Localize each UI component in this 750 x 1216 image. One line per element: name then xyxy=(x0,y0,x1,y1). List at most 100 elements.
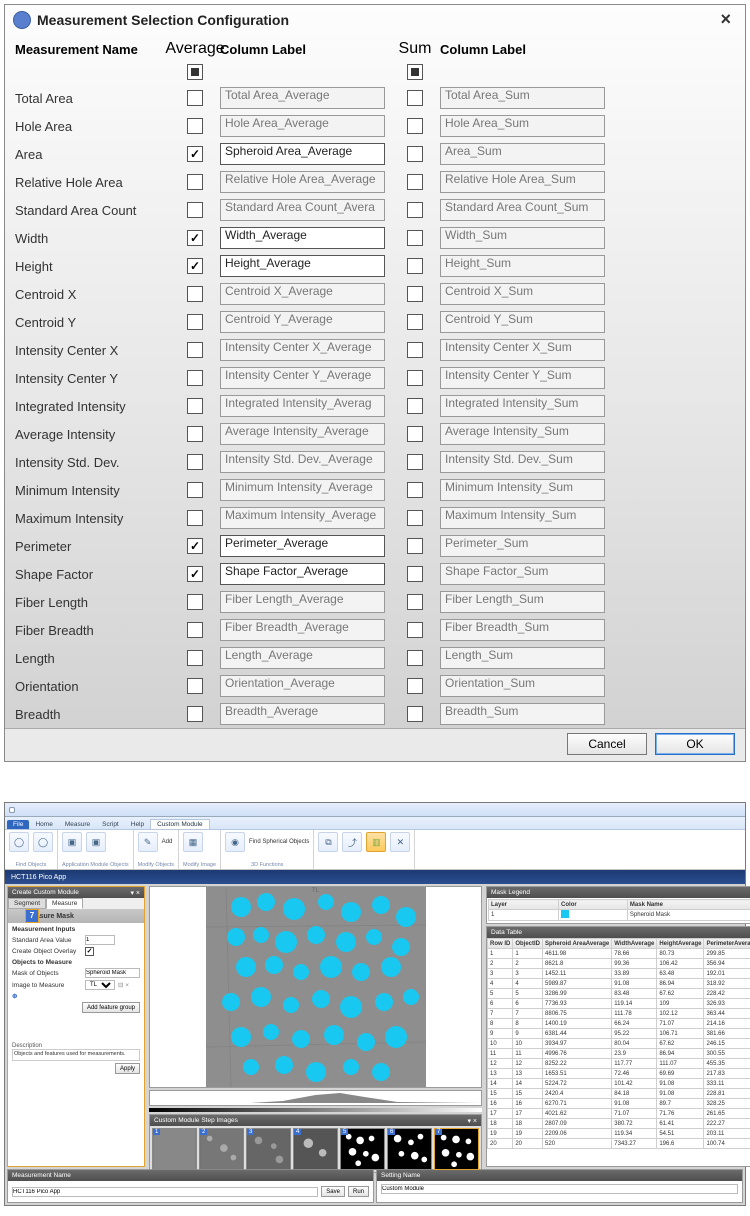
cancel-button[interactable]: Cancel xyxy=(567,733,647,755)
table-row[interactable]: 667736.93119.14109326.930.7 xyxy=(488,999,750,1009)
avg-label-input[interactable]: Shape Factor_Average xyxy=(220,563,385,585)
sum-checkbox[interactable] xyxy=(407,174,423,190)
avg-label-input[interactable]: Length_Average xyxy=(220,647,385,669)
add-feature-group-button[interactable]: Add feature group xyxy=(82,1002,140,1013)
sum-label-input[interactable]: Centroid X_Sum xyxy=(440,283,605,305)
table-row[interactable]: 20205207343.27196.6100.74257.16 xyxy=(488,1139,750,1149)
avg-checkbox[interactable] xyxy=(187,90,203,106)
table-header[interactable]: Row ID xyxy=(488,939,513,949)
table-header[interactable]: PerimeterAverage xyxy=(704,939,750,949)
table-row[interactable]: 228621.899.36106.42356.940.69 xyxy=(488,959,750,969)
table-row[interactable]: 17174021.6271.0771.76261.650.74 xyxy=(488,1109,750,1119)
avg-label-input[interactable]: Integrated Intensity_Averag xyxy=(220,395,385,417)
sum-label-input[interactable]: Breadth_Sum xyxy=(440,703,605,725)
sum-checkbox[interactable] xyxy=(407,594,423,610)
table-row[interactable]: 13131653.5172.4669.69217.830.76 xyxy=(488,1069,750,1079)
sum-label-input[interactable]: Maximum Intensity_Sum xyxy=(440,507,605,529)
thumbnail[interactable]: 6 xyxy=(387,1128,432,1170)
close-step-icon[interactable]: ✕ xyxy=(390,832,410,852)
table-row[interactable]: 553286.9983.4867.62228.420.73 xyxy=(488,989,750,999)
avg-checkbox[interactable] xyxy=(187,342,203,358)
modify-objects-icon[interactable]: ✎ xyxy=(138,832,158,852)
avg-checkbox[interactable] xyxy=(187,174,203,190)
sum-label-input[interactable]: Hole Area_Sum xyxy=(440,115,605,137)
table-row[interactable]: 445989.8791.0886.94318.920.7 xyxy=(488,979,750,989)
avg-checkbox[interactable] xyxy=(187,146,203,162)
sum-checkbox[interactable] xyxy=(407,482,423,498)
export-icon[interactable]: ⤴ xyxy=(342,832,362,852)
sum-checkbox[interactable] xyxy=(407,510,423,526)
overlay-checkbox[interactable] xyxy=(85,947,94,956)
sum-checkbox[interactable] xyxy=(407,286,423,302)
avg-checkbox[interactable] xyxy=(187,594,203,610)
avg-checkbox[interactable] xyxy=(187,426,203,442)
sum-checkbox[interactable] xyxy=(407,706,423,722)
compare-icon[interactable]: ⧉ xyxy=(318,832,338,852)
avg-checkbox[interactable] xyxy=(187,286,203,302)
strip-close-icon[interactable]: ▾ × xyxy=(467,1117,477,1125)
sum-label-input[interactable]: Centroid Y_Sum xyxy=(440,311,605,333)
sum-label-input[interactable]: Intensity Center X_Sum xyxy=(440,339,605,361)
dialog-titlebar[interactable]: Measurement Selection Configuration × xyxy=(5,5,745,34)
sum-checkbox[interactable] xyxy=(407,146,423,162)
ok-button[interactable]: OK xyxy=(655,733,735,755)
avg-label-input[interactable]: Width_Average xyxy=(220,227,385,249)
tab-segment[interactable]: Segment xyxy=(8,898,46,909)
sum-label-input[interactable]: Width_Sum xyxy=(440,227,605,249)
table-row[interactable]: 114611.9878.6680.73299.850.7 xyxy=(488,949,750,959)
thumbnail[interactable]: 4 xyxy=(293,1128,338,1170)
sum-master-checkbox[interactable] xyxy=(407,64,423,80)
table-row[interactable]: 15152420.484.1891.08228.810.67 xyxy=(488,1089,750,1099)
avg-checkbox[interactable] xyxy=(187,678,203,694)
run-button[interactable]: Run xyxy=(348,1186,369,1197)
avg-checkbox[interactable] xyxy=(187,650,203,666)
thumbnail[interactable]: 5 xyxy=(340,1128,385,1170)
avg-checkbox[interactable] xyxy=(187,706,203,722)
sum-checkbox[interactable] xyxy=(407,258,423,274)
find-spherical-label[interactable]: Find Spherical Objects xyxy=(249,839,309,845)
table-row[interactable]: 11114996.7623.986.94300.550.7 xyxy=(488,1049,750,1059)
avg-checkbox[interactable] xyxy=(187,398,203,414)
sum-label-input[interactable]: Height_Sum xyxy=(440,255,605,277)
side-by-side-icon[interactable]: ▥ xyxy=(366,832,386,852)
tab-home[interactable]: Home xyxy=(29,820,58,829)
avg-checkbox[interactable] xyxy=(187,482,203,498)
avg-label-input[interactable]: Relative Hole Area_Average xyxy=(220,171,385,193)
panel-close-icon[interactable]: ▾ × xyxy=(130,889,140,897)
avg-checkbox[interactable] xyxy=(187,370,203,386)
table-row[interactable]: 10103934.9780.0467.62246.150.7 xyxy=(488,1039,750,1049)
table-row[interactable]: 778806.75111.78102.12363.440.72 xyxy=(488,1009,750,1019)
sum-label-input[interactable]: Total Area_Sum xyxy=(440,87,605,109)
table-row[interactable]: 19192209.06119.3454.51203.110.67 xyxy=(488,1129,750,1139)
tab-file[interactable]: File xyxy=(7,820,29,829)
image-dropdown[interactable]: TL xyxy=(85,980,115,990)
table-row[interactable]: 881400.1966.2471.07214.160.73 xyxy=(488,1019,750,1029)
mask-dropdown[interactable] xyxy=(85,968,140,978)
avg-label-input[interactable]: Breadth_Average xyxy=(220,703,385,725)
tab-measure[interactable]: Measure xyxy=(59,820,96,829)
sum-label-input[interactable]: Standard Area Count_Sum xyxy=(440,199,605,221)
avg-checkbox[interactable] xyxy=(187,510,203,526)
table-header[interactable]: WidthAverage xyxy=(612,939,657,949)
avg-label-input[interactable]: Average Intensity_Average xyxy=(220,423,385,445)
avg-label-input[interactable]: Orientation_Average xyxy=(220,675,385,697)
avg-label-input[interactable]: Perimeter_Average xyxy=(220,535,385,557)
sum-label-input[interactable]: Relative Hole Area_Sum xyxy=(440,171,605,193)
tab-script[interactable]: Script xyxy=(96,820,125,829)
sum-label-input[interactable]: Average Intensity_Sum xyxy=(440,423,605,445)
gradient-bar[interactable] xyxy=(149,1108,482,1112)
thumbnail[interactable]: 3 xyxy=(246,1128,291,1170)
thumbnail[interactable]: 1 xyxy=(152,1128,197,1170)
data-table[interactable]: Row IDObjectIDSpheroid AreaAverageWidthA… xyxy=(487,938,750,1149)
sum-checkbox[interactable] xyxy=(407,566,423,582)
app-module-icon[interactable]: ▣ xyxy=(62,832,82,852)
table-header[interactable]: HeightAverage xyxy=(657,939,704,949)
tab-custom-module[interactable]: Custom Module xyxy=(150,819,210,829)
avg-master-checkbox[interactable] xyxy=(187,64,203,80)
avg-label-input[interactable]: Maximum Intensity_Average xyxy=(220,507,385,529)
sum-checkbox[interactable] xyxy=(407,426,423,442)
histogram[interactable] xyxy=(149,1090,482,1106)
sum-label-input[interactable]: Minimum Intensity_Sum xyxy=(440,479,605,501)
avg-checkbox[interactable] xyxy=(187,314,203,330)
sum-checkbox[interactable] xyxy=(407,678,423,694)
